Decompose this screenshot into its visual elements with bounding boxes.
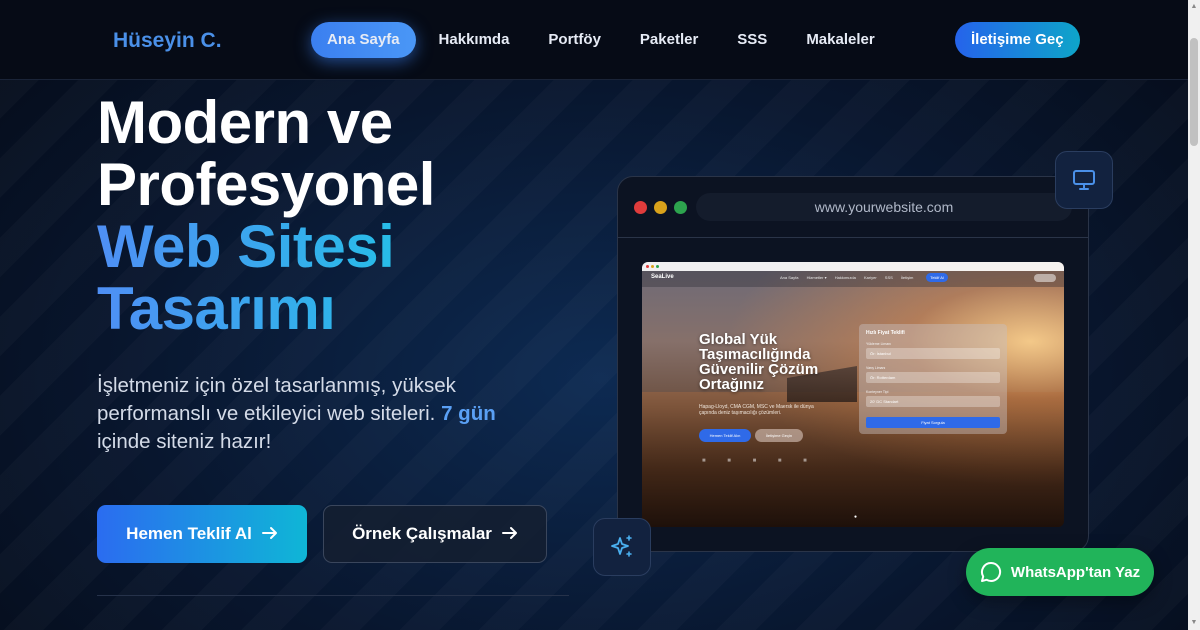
window-close-dot-icon bbox=[634, 201, 647, 214]
hero-title-line-4: Tasarımı bbox=[97, 278, 435, 340]
whatsapp-label: WhatsApp'tan Yaz bbox=[1010, 563, 1141, 581]
main-nav: Ana Sayfa Hakkımda Portföy Paketler SSS … bbox=[311, 22, 898, 58]
preview-form-title: Hızlı Fiyat Teklifi bbox=[866, 330, 905, 336]
divider bbox=[97, 595, 569, 596]
whatsapp-icon bbox=[980, 561, 1002, 582]
hero-title: Modern ve Profesyonel Web Sitesi Tasarım… bbox=[97, 92, 435, 340]
scroll-up-arrow-icon[interactable]: ▲ bbox=[1188, 0, 1200, 14]
preview-logo: SeaLive bbox=[651, 274, 674, 280]
nav-item-paketler[interactable]: Paketler bbox=[624, 22, 714, 58]
preview-dot-icon bbox=[656, 265, 659, 268]
page-scrollbar[interactable]: ▲ ▼ bbox=[1188, 0, 1200, 630]
browser-mockup: www.yourwebsite.com SeaLive Ana Sayfa Hi… bbox=[617, 176, 1089, 552]
preview-nav-item: Hakkımızda bbox=[834, 275, 856, 280]
hero-desc-text: İşletmeniz için özel tasarlanmış, yüksek… bbox=[97, 374, 456, 425]
preview-form-field: Ör: Rotterdam bbox=[866, 372, 1000, 383]
preview-title-line: Taşımacılığında bbox=[699, 346, 811, 363]
hero-desc-text-end: içinde siteniz hazır! bbox=[97, 430, 272, 453]
nav-item-ana-sayfa[interactable]: Ana Sayfa bbox=[311, 22, 416, 58]
whatsapp-button[interactable]: WhatsApp'tan Yaz bbox=[966, 548, 1154, 596]
site-logo[interactable]: Hüseyin C. bbox=[113, 29, 222, 53]
arrow-right-icon bbox=[261, 524, 278, 545]
preview-title-line: Ortağınız bbox=[699, 376, 765, 393]
window-maximize-dot-icon bbox=[674, 201, 687, 214]
nav-item-portfoy[interactable]: Portföy bbox=[532, 22, 617, 58]
contact-button[interactable]: İletişime Geç bbox=[955, 22, 1080, 58]
sample-works-label: Örnek Çalışmalar bbox=[352, 524, 492, 543]
browser-toolbar: www.yourwebsite.com bbox=[618, 177, 1088, 238]
preview-form-field: Ör: İstanbul bbox=[866, 348, 1000, 359]
preview-nav-item: Ana Sayfa bbox=[780, 275, 799, 280]
sparkles-icon bbox=[593, 518, 651, 576]
preview-form-label: Konteyner Tipi bbox=[866, 390, 889, 394]
scroll-down-arrow-icon[interactable]: ▼ bbox=[1188, 616, 1200, 630]
window-minimize-dot-icon bbox=[654, 201, 667, 214]
hero-title-line-2: Profesyonel bbox=[97, 151, 435, 218]
nav-item-sss[interactable]: SSS bbox=[721, 22, 783, 58]
preview-browser-bar bbox=[642, 262, 1064, 271]
preview-contact-button: İletişime Geçin bbox=[755, 429, 803, 442]
url-bar: www.yourwebsite.com bbox=[696, 193, 1072, 221]
scroll-thumb[interactable] bbox=[1190, 38, 1198, 146]
nav-item-hakkimda[interactable]: Hakkımda bbox=[423, 22, 526, 58]
preview-language-toggle bbox=[1034, 274, 1056, 282]
hero-title-line-1: Modern ve bbox=[97, 89, 393, 156]
preview-quote-form: Hızlı Fiyat Teklifi Yükleme Limanı Ör: İ… bbox=[859, 324, 1007, 434]
preview-form-submit: Fiyat Sorgula bbox=[866, 417, 1000, 428]
preview-cta: Teklif Al bbox=[926, 273, 948, 282]
preview-form-label: Yükleme Limanı bbox=[866, 342, 892, 346]
nav-item-makaleler[interactable]: Makaleler bbox=[790, 22, 890, 58]
preview-quote-button: Hemen Teklif Alın bbox=[699, 429, 751, 442]
preview-scroll-indicator-icon: ● bbox=[854, 514, 858, 520]
preview-partner-logos: ■ ■ ■ ■ ■ bbox=[702, 458, 817, 464]
preview-dot-icon bbox=[646, 265, 649, 268]
preview-form-label: Varış Limanı bbox=[866, 366, 886, 370]
preview-form-field: 20' DC Standart bbox=[866, 396, 1000, 407]
preview-nav-item: SSS bbox=[884, 275, 893, 280]
preview-title-line: Güvenilir Çözüm bbox=[699, 361, 819, 378]
hero-desc-highlight: 7 gün bbox=[441, 402, 496, 425]
sample-works-button[interactable]: Örnek Çalışmalar bbox=[323, 505, 547, 563]
preview-nav-item: İletişim bbox=[900, 275, 914, 280]
monitor-icon bbox=[1055, 151, 1113, 209]
preview-hero-title: Global Yük Taşımacılığında Güvenilir Çöz… bbox=[699, 332, 818, 392]
preview-nav-item: Hizmetler ▾ bbox=[806, 275, 827, 280]
preview-subtitle: Hapag-Lloyd, CMA CGM, MSC ve Maersk ile … bbox=[699, 404, 814, 416]
site-header: Hüseyin C. Ana Sayfa Hakkımda Portföy Pa… bbox=[0, 0, 1188, 80]
preview-title-line: Global Yük bbox=[699, 331, 778, 348]
get-quote-label: Hemen Teklif Al bbox=[126, 524, 252, 543]
website-preview: SeaLive Ana Sayfa Hizmetler ▾ Hakkımızda… bbox=[642, 262, 1064, 527]
get-quote-button[interactable]: Hemen Teklif Al bbox=[97, 505, 307, 563]
hero-description: İşletmeniz için özel tasarlanmış, yüksek… bbox=[97, 372, 527, 456]
hero-title-line-3: Web Sitesi bbox=[97, 216, 435, 278]
arrow-right-icon bbox=[501, 524, 518, 545]
preview-dot-icon bbox=[651, 265, 654, 268]
preview-nav: Ana Sayfa Hizmetler ▾ Hakkımızda Kariyer… bbox=[780, 275, 920, 280]
preview-nav-item: Kariyer bbox=[863, 275, 877, 280]
